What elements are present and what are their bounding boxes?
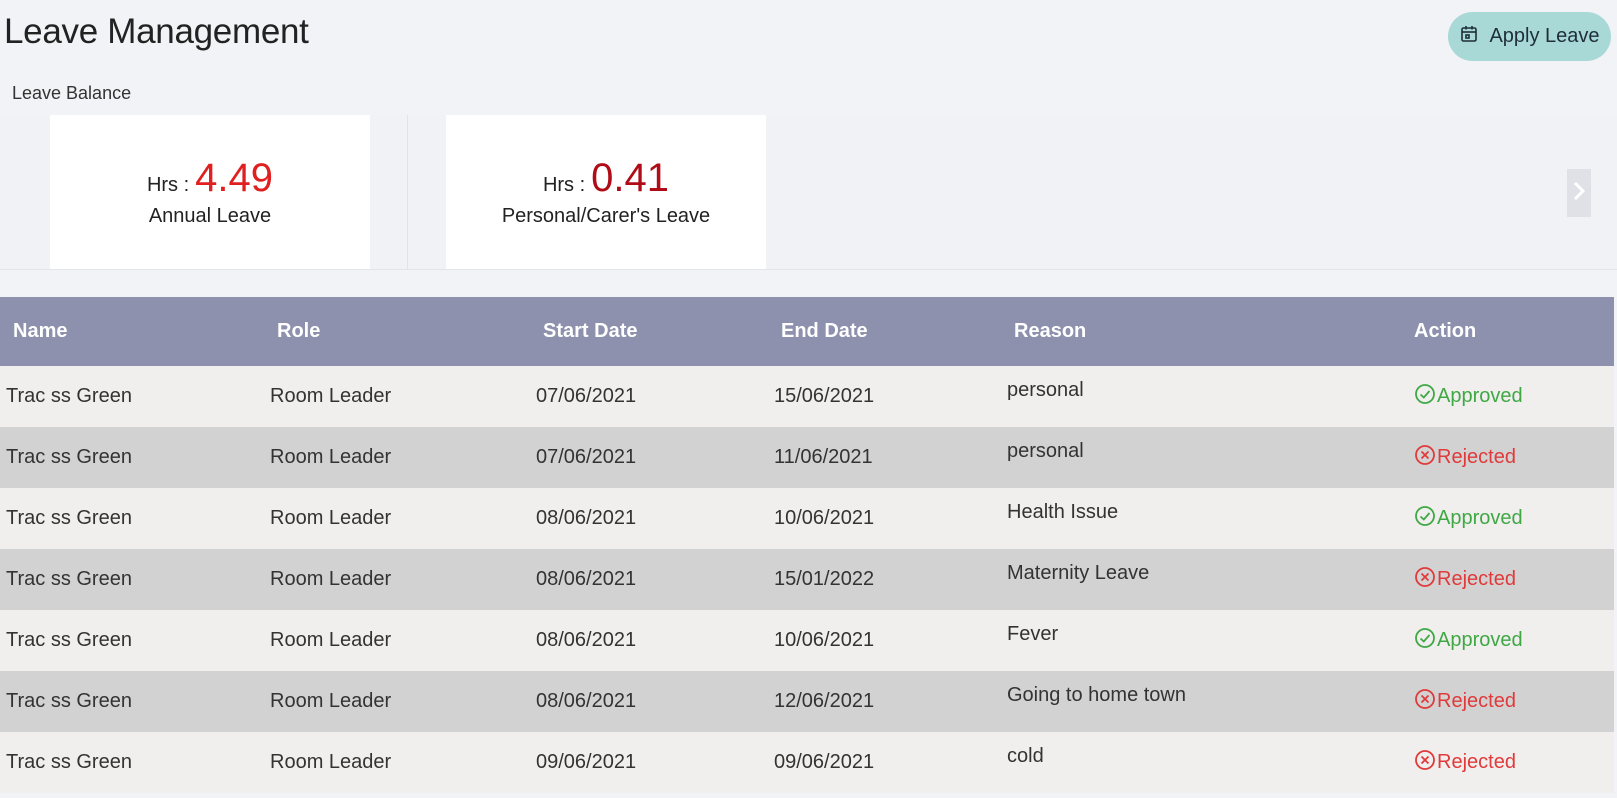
cell-action: Approved: [1414, 610, 1614, 671]
cell-reason: Fever: [1007, 623, 1059, 645]
cell-action: Approved: [1414, 366, 1614, 427]
hrs-prefix: Hrs :: [542, 174, 586, 196]
cell-reason: personal: [1007, 379, 1084, 401]
table-row: Trac ss Green Room Leader 08/06/2021 10/06/…: [0, 488, 1614, 549]
chevron-right-icon: [1572, 180, 1586, 207]
cell-reason: Going to home town: [1007, 684, 1186, 706]
cell-role: Room Leader: [270, 751, 392, 773]
apply-leave-label: Apply Leave: [1489, 25, 1600, 47]
cell-name: Trac ss Green: [6, 751, 132, 773]
table-row: Trac ss Green Room Leader 08/06/2021 10/06/…: [0, 610, 1614, 671]
cell-reason: cold: [1007, 745, 1044, 767]
hrs-value: 4.49: [195, 156, 274, 200]
x-circle-icon: [1414, 688, 1436, 716]
table-header-row: Name Role Start Date End Date Reason Act…: [0, 297, 1614, 366]
cell-name: Trac ss Green: [6, 507, 132, 529]
cell-start-date: 08/06/2021: [536, 507, 637, 529]
cell-role: Room Leader: [270, 507, 392, 529]
cell-action: Approved: [1414, 488, 1614, 549]
carousel-next-button[interactable]: [1567, 169, 1591, 217]
table-row: Trac ss Green Room Leader 07/06/2021 11/06/…: [0, 427, 1614, 488]
x-circle-icon: [1414, 749, 1436, 777]
cell-action: Rejected: [1414, 732, 1614, 793]
cell-start-date: 08/06/2021: [536, 629, 637, 651]
status-badge[interactable]: Approved: [1414, 505, 1523, 533]
cell-role: Room Leader: [270, 446, 392, 468]
column-header-role: Role: [277, 320, 321, 342]
table-row: Trac ss Green Room Leader 08/06/2021 12/06/…: [0, 671, 1614, 732]
status-badge[interactable]: Rejected: [1414, 444, 1516, 472]
cell-action: Rejected: [1414, 671, 1614, 732]
cell-role: Room Leader: [270, 690, 392, 712]
cell-role: Room Leader: [270, 629, 392, 651]
cell-action: Rejected: [1414, 427, 1614, 488]
hrs-value: 0.41: [591, 156, 670, 200]
table-row: Trac ss Green Room Leader 09/06/2021 09/06/…: [0, 732, 1614, 793]
leave-type-label: Annual Leave: [148, 205, 272, 227]
cell-role: Room Leader: [270, 385, 392, 407]
cell-start-date: 07/06/2021: [536, 385, 637, 407]
cell-start-date: 08/06/2021: [536, 568, 637, 590]
cell-name: Trac ss Green: [6, 629, 132, 651]
column-header-start-date: Start Date: [543, 320, 638, 342]
cell-role: Room Leader: [270, 568, 392, 590]
x-circle-icon: [1414, 566, 1436, 594]
table-row: Trac ss Green Room Leader 07/06/2021 15/06/…: [0, 366, 1614, 427]
table-row: Trac ss Green Room Leader 08/06/2021 15/01/…: [0, 549, 1614, 610]
cell-end-date: 12/06/2021: [774, 690, 875, 712]
apply-leave-button[interactable]: Apply Leave: [1448, 12, 1611, 61]
check-circle-icon: [1414, 383, 1436, 411]
status-label: Approved: [1437, 507, 1523, 529]
cell-reason: Health Issue: [1007, 501, 1119, 523]
cell-end-date: 15/06/2021: [774, 385, 875, 407]
calendar-icon: [1459, 24, 1479, 50]
balance-card-personal: Hrs : 0.41 Personal/Carer's Leave: [446, 115, 766, 269]
cell-start-date: 08/06/2021: [536, 690, 637, 712]
cell-end-date: 09/06/2021: [774, 751, 875, 773]
page-title: Leave Management: [4, 12, 309, 51]
column-header-reason: Reason: [1014, 320, 1087, 342]
status-label: Rejected: [1437, 751, 1516, 773]
check-circle-icon: [1414, 627, 1436, 655]
status-badge[interactable]: Rejected: [1414, 566, 1516, 594]
balance-card-annual: Hrs : 4.49 Annual Leave: [50, 115, 370, 269]
status-label: Approved: [1437, 629, 1523, 651]
status-badge[interactable]: Rejected: [1414, 688, 1516, 716]
cell-name: Trac ss Green: [6, 568, 132, 590]
column-header-action: Action: [1414, 320, 1477, 342]
leave-balance-carousel: Hrs : 4.49 Annual Leave Hrs : 0.41 Perso…: [0, 115, 1617, 270]
cell-end-date: 10/06/2021: [774, 629, 875, 651]
leave-type-label: Personal/Carer's Leave: [501, 205, 711, 227]
cell-reason: personal: [1007, 440, 1084, 462]
cell-end-date: 15/01/2022: [774, 568, 875, 590]
status-label: Rejected: [1437, 446, 1516, 468]
status-badge[interactable]: Approved: [1414, 383, 1523, 411]
cell-name: Trac ss Green: [6, 690, 132, 712]
column-header-name: Name: [13, 320, 68, 342]
status-label: Rejected: [1437, 690, 1516, 712]
cell-name: Trac ss Green: [6, 446, 132, 468]
cell-name: Trac ss Green: [6, 385, 132, 407]
status-label: Approved: [1437, 385, 1523, 407]
cell-end-date: 11/06/2021: [774, 446, 873, 468]
check-circle-icon: [1414, 505, 1436, 533]
status-badge[interactable]: Approved: [1414, 627, 1523, 655]
cell-start-date: 09/06/2021: [536, 751, 637, 773]
card-divider: [407, 115, 408, 269]
leave-balance-label: Leave Balance: [12, 83, 132, 103]
leave-requests-table: Name Role Start Date End Date Reason Act…: [0, 297, 1614, 793]
status-label: Rejected: [1437, 568, 1516, 590]
cell-action: Rejected: [1414, 549, 1614, 610]
status-badge[interactable]: Rejected: [1414, 749, 1516, 777]
cell-start-date: 07/06/2021: [536, 446, 637, 468]
column-header-end-date: End Date: [781, 320, 868, 342]
hrs-prefix: Hrs :: [146, 174, 190, 196]
x-circle-icon: [1414, 444, 1436, 472]
cell-end-date: 10/06/2021: [774, 507, 875, 529]
cell-reason: Maternity Leave: [1007, 562, 1150, 584]
